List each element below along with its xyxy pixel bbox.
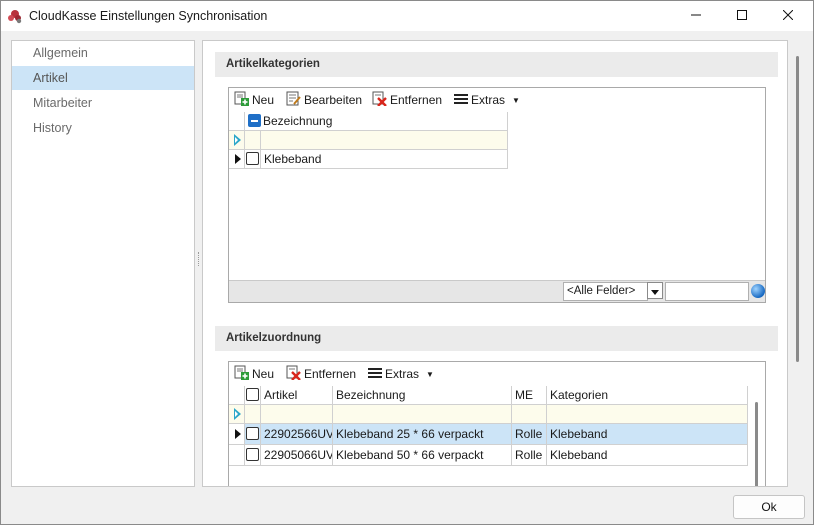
add-icon bbox=[234, 91, 249, 109]
section-header-assignment: Artikelzuordnung bbox=[215, 326, 778, 351]
categories-filter-bar: <Alle Felder> bbox=[229, 280, 765, 302]
column-header-me[interactable]: ME bbox=[512, 386, 547, 405]
table-cell-bezeichnung[interactable]: Klebeband 25 * 66 verpackt bbox=[333, 424, 512, 445]
settings-sidebar: Allgemein Artikel Mitarbeiter History bbox=[11, 40, 195, 487]
close-icon bbox=[782, 9, 794, 23]
new-row-name-cell[interactable] bbox=[261, 131, 508, 150]
add-icon bbox=[234, 365, 249, 383]
new-row-indicator bbox=[229, 405, 245, 424]
close-button[interactable] bbox=[765, 1, 811, 31]
column-label-bezeichnung: Bezeichnung bbox=[263, 114, 333, 128]
assignment-remove-label: Entfernen bbox=[304, 367, 357, 381]
categories-edit-button[interactable]: Bearbeiten bbox=[286, 91, 362, 109]
new-row-arrow-icon bbox=[234, 408, 241, 420]
ok-button[interactable]: Ok bbox=[733, 495, 805, 519]
content-scrollbar[interactable] bbox=[796, 56, 799, 362]
new-row-check-cell[interactable] bbox=[245, 405, 261, 424]
row-indicator bbox=[229, 424, 245, 445]
row-checkbox-cell[interactable] bbox=[245, 445, 261, 466]
content-area: Artikelkategorien Neu Bearbeiten Entfern… bbox=[202, 40, 788, 487]
table-cell-me[interactable]: Rolle bbox=[512, 424, 547, 445]
table-row-name[interactable]: Klebeband bbox=[261, 150, 508, 169]
delete-icon bbox=[286, 365, 301, 383]
settings-window: CloudKasse Einstellungen Synchronisation… bbox=[0, 0, 814, 525]
chevron-down-icon bbox=[651, 284, 659, 298]
categories-new-label: Neu bbox=[252, 93, 275, 107]
column-header-bezeichnung[interactable]: Bezeichnung bbox=[245, 112, 508, 131]
splitter-handle[interactable] bbox=[198, 252, 200, 266]
delete-icon bbox=[372, 91, 387, 109]
assignment-new-button[interactable]: Neu bbox=[234, 365, 274, 383]
row-indicator bbox=[229, 150, 245, 169]
categories-extras-label: Extras bbox=[471, 93, 506, 107]
table-cell-me[interactable]: Rolle bbox=[512, 445, 547, 466]
sidebar-item-artikel[interactable]: Artikel bbox=[12, 66, 194, 90]
assignment-panel: Neu Entfernen Extras ▼ Artikel Bezeichnu… bbox=[228, 361, 766, 486]
assignment-extras-label: Extras bbox=[385, 367, 420, 381]
minimize-icon bbox=[691, 9, 701, 23]
app-cloud-icon bbox=[7, 8, 23, 24]
row-indicator-header bbox=[229, 386, 245, 405]
current-row-arrow-icon bbox=[235, 429, 241, 439]
current-row-arrow-icon bbox=[235, 154, 241, 164]
categories-edit-label: Bearbeiten bbox=[304, 93, 363, 107]
table-cell-kategorien[interactable]: Klebeband bbox=[547, 424, 748, 445]
categories-remove-button[interactable]: Entfernen bbox=[372, 91, 442, 109]
minimize-button[interactable] bbox=[673, 1, 719, 31]
menu-icon bbox=[454, 93, 468, 108]
row-indicator bbox=[229, 445, 245, 466]
assignment-toolbar: Neu Entfernen Extras ▼ bbox=[229, 362, 765, 386]
row-checkbox-cell[interactable] bbox=[245, 150, 261, 169]
column-header-artikel[interactable]: Artikel bbox=[261, 386, 333, 405]
column-header-kategorien[interactable]: Kategorien bbox=[547, 386, 748, 405]
row-checkbox[interactable] bbox=[246, 427, 259, 440]
globe-icon[interactable] bbox=[751, 284, 765, 298]
categories-remove-label: Entfernen bbox=[390, 93, 443, 107]
filter-value-input[interactable] bbox=[665, 282, 749, 301]
row-checkbox-cell[interactable] bbox=[245, 424, 261, 445]
new-row-kategorien-cell[interactable] bbox=[547, 405, 748, 424]
assignment-scrollbar[interactable] bbox=[755, 402, 758, 486]
new-row-me-cell[interactable] bbox=[512, 405, 547, 424]
sidebar-item-allgemein[interactable]: Allgemein bbox=[12, 41, 194, 65]
maximize-button[interactable] bbox=[719, 1, 765, 31]
select-all-cell[interactable] bbox=[245, 386, 261, 405]
table-cell-artikel[interactable]: 22905066UV bbox=[261, 445, 333, 466]
section-header-categories: Artikelkategorien bbox=[215, 52, 778, 77]
collapse-icon[interactable] bbox=[248, 114, 261, 127]
filter-field-dropdown[interactable] bbox=[647, 282, 663, 299]
categories-toolbar: Neu Bearbeiten Entfernen Extras ▼ bbox=[229, 88, 765, 112]
row-checkbox[interactable] bbox=[246, 448, 259, 461]
new-row-check-cell[interactable] bbox=[245, 131, 261, 150]
edit-icon bbox=[286, 91, 301, 109]
select-all-checkbox[interactable] bbox=[246, 388, 259, 401]
window-title: CloudKasse Einstellungen Synchronisation bbox=[29, 9, 268, 23]
categories-new-button[interactable]: Neu bbox=[234, 91, 274, 109]
filter-field-select[interactable]: <Alle Felder> bbox=[563, 282, 648, 301]
assignment-extras-button[interactable]: Extras ▼ bbox=[368, 365, 434, 383]
sidebar-item-history[interactable]: History bbox=[12, 116, 194, 140]
assignment-new-label: Neu bbox=[252, 367, 275, 381]
sidebar-item-mitarbeiter[interactable]: Mitarbeiter bbox=[12, 91, 194, 115]
row-checkbox[interactable] bbox=[246, 152, 259, 165]
maximize-icon bbox=[737, 9, 747, 23]
menu-icon bbox=[368, 367, 382, 382]
column-header-bezeichnung[interactable]: Bezeichnung bbox=[333, 386, 512, 405]
table-cell-kategorien[interactable]: Klebeband bbox=[547, 445, 748, 466]
table-cell-artikel[interactable]: 22902566UV bbox=[261, 424, 333, 445]
categories-panel: Neu Bearbeiten Entfernen Extras ▼ Bezeic… bbox=[228, 87, 766, 303]
title-bar: CloudKasse Einstellungen Synchronisation bbox=[1, 1, 813, 31]
new-row-artikel-cell[interactable] bbox=[261, 405, 333, 424]
chevron-down-icon: ▼ bbox=[512, 95, 520, 105]
new-row-indicator bbox=[229, 131, 245, 150]
table-cell-bezeichnung[interactable]: Klebeband 50 * 66 verpackt bbox=[333, 445, 512, 466]
chevron-down-icon: ▼ bbox=[426, 369, 434, 379]
new-row-bezeichnung-cell[interactable] bbox=[333, 405, 512, 424]
row-indicator-header bbox=[229, 112, 245, 131]
assignment-remove-button[interactable]: Entfernen bbox=[286, 365, 356, 383]
new-row-arrow-icon bbox=[234, 134, 241, 146]
categories-extras-button[interactable]: Extras ▼ bbox=[454, 91, 520, 109]
